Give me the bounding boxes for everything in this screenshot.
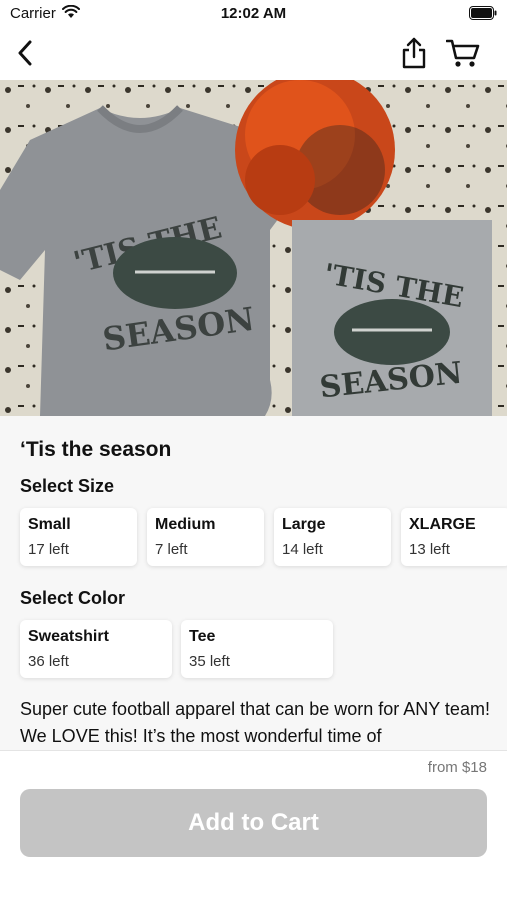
clock-time: 12:02 AM <box>220 5 287 22</box>
price-label: from $18 <box>427 759 487 776</box>
share-icon <box>402 37 426 69</box>
cart-button[interactable] <box>444 34 482 72</box>
product-title: ‘Tis the season <box>20 438 172 461</box>
select-size-label: Select Size <box>20 476 115 496</box>
size-option-medium[interactable]: Medium 7 left <box>147 508 264 566</box>
navigation-bar <box>0 28 507 78</box>
product-description: Super cute football apparel that can be … <box>20 699 490 746</box>
size-option-xlarge[interactable]: XLARGE 13 left <box>401 508 507 566</box>
size-name: XLARGE <box>409 516 476 533</box>
select-color-label: Select Color <box>20 588 126 608</box>
product-details: ‘Tis the season Select Size Small 17 lef… <box>0 416 507 750</box>
color-name: Tee <box>189 628 216 645</box>
size-stock: 17 left <box>28 541 69 558</box>
color-option-sweatshirt[interactable]: Sweatshirt 36 left <box>20 620 172 678</box>
size-stock: 13 left <box>409 541 450 558</box>
color-stock: 36 left <box>28 653 69 670</box>
size-name: Large <box>282 516 326 533</box>
shopping-cart-icon <box>446 39 480 67</box>
status-bar: Carrier 12:02 AM <box>0 0 507 28</box>
battery-icon <box>469 6 497 25</box>
size-stock: 14 left <box>282 541 323 558</box>
size-option-small[interactable]: Small 17 left <box>20 508 137 566</box>
size-option-large[interactable]: Large 14 left <box>274 508 391 566</box>
color-name: Sweatshirt <box>28 628 109 645</box>
add-to-cart-button[interactable]: Add to Cart <box>20 789 487 857</box>
size-name: Small <box>28 516 71 533</box>
size-name: Medium <box>155 516 216 533</box>
back-button[interactable] <box>10 36 40 70</box>
color-stock: 35 left <box>189 653 230 670</box>
product-image: 'TIS THE SEASON 'TIS THE SEASON <box>0 80 507 416</box>
color-option-tee[interactable]: Tee 35 left <box>181 620 333 678</box>
share-button[interactable] <box>398 34 430 72</box>
purchase-footer: from $18 Add to Cart <box>0 750 507 900</box>
chevron-left-icon <box>18 40 32 66</box>
size-stock: 7 left <box>155 541 188 558</box>
